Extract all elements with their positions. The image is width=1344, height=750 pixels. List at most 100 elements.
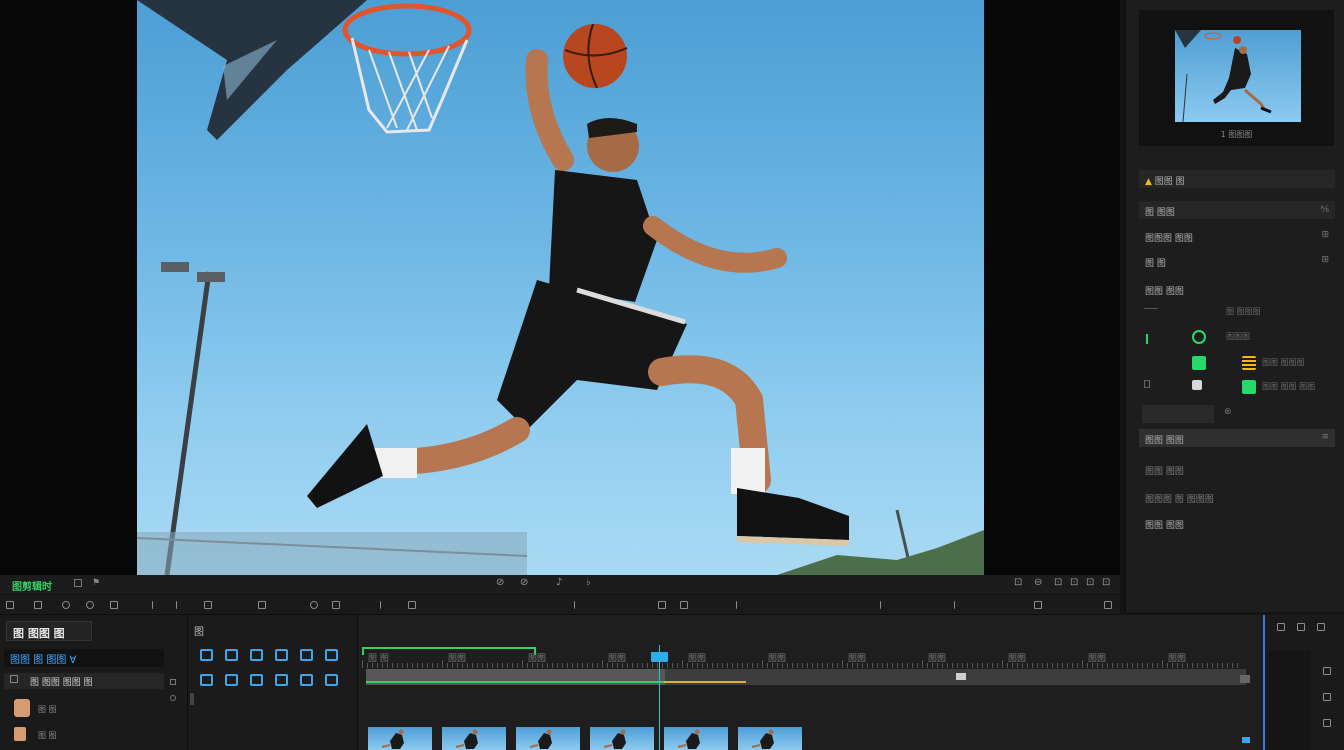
crop-icon[interactable] [204, 601, 212, 609]
checkbox[interactable] [1144, 380, 1150, 388]
expand-icon[interactable]: ⅍ [1321, 204, 1330, 215]
white-swatch[interactable] [1192, 380, 1202, 390]
menu-icon[interactable]: ≡ [1321, 432, 1329, 442]
add-icon[interactable] [170, 679, 176, 685]
inspector-row-stabilize[interactable]: 图图 图图 [1139, 514, 1335, 532]
split-icon[interactable] [34, 601, 42, 609]
keyframe-icon[interactable]: ⊞ [1321, 255, 1329, 265]
video-preview[interactable] [137, 0, 984, 575]
inspector-row-position[interactable]: 图 图 ⊞ [1139, 252, 1335, 270]
scrollbar[interactable] [190, 693, 194, 705]
preset-dropdown[interactable] [1142, 405, 1214, 423]
timeline-ruler[interactable]: 图 图图图 图图 图图 图图 图图 图图 图图 图图 图图 图图 [362, 649, 1247, 669]
export-icon[interactable] [1034, 601, 1042, 609]
fade-icon[interactable] [332, 601, 340, 609]
render-icon[interactable] [954, 601, 962, 609]
playhead-handle[interactable] [651, 652, 668, 662]
video-clip-thumbnail[interactable] [738, 727, 802, 750]
green-swatch[interactable] [1192, 356, 1206, 370]
inspector-row-blend[interactable]: 图图 图图 ≡ [1139, 429, 1335, 447]
layer-tool-icon[interactable] [225, 674, 238, 686]
grid-icon[interactable]: ⊡ [1054, 577, 1062, 588]
fullscreen-icon[interactable]: ⊡ [1086, 577, 1094, 588]
safe-zone-icon[interactable]: ⊡ [1014, 577, 1022, 588]
magic-tool-icon[interactable] [300, 649, 313, 661]
zoom-out-icon[interactable]: ⊖ [1034, 577, 1042, 588]
track-icon[interactable] [1323, 667, 1331, 675]
inspector-row-mask[interactable]: 图图图 图 图图图 [1139, 488, 1335, 506]
delete-icon[interactable] [62, 601, 70, 609]
solo-icon[interactable] [1317, 623, 1325, 631]
zoom-in-timeline-icon[interactable] [880, 601, 888, 609]
link-icon[interactable] [408, 601, 416, 609]
prev-frame-icon[interactable]: ⊘ [496, 577, 504, 588]
video-clip-thumbnail[interactable] [590, 727, 654, 750]
speed-icon[interactable] [258, 601, 266, 609]
inspector-row-opacity[interactable]: 图图 图图 [1139, 460, 1335, 478]
ruler-tick [992, 663, 993, 668]
inspector-section-header[interactable]: ▲ 图图 图 [1139, 170, 1335, 188]
text-tool-icon[interactable] [200, 674, 213, 686]
video-clip-thumbnail[interactable] [664, 727, 728, 750]
timeline-track[interactable] [366, 669, 1246, 685]
track-icon[interactable] [1323, 719, 1331, 727]
video-clip-thumbnail[interactable] [368, 727, 432, 750]
ruler-tick [987, 663, 988, 668]
panel-title[interactable]: 图 图图 图 [6, 621, 92, 641]
thumbnail-preview[interactable]: 1 图图图 [1139, 10, 1334, 146]
track-icon[interactable] [1323, 693, 1331, 701]
image-tool-icon[interactable] [200, 649, 213, 661]
effect-tool-icon[interactable] [325, 674, 338, 686]
zoom-out-timeline-icon[interactable] [680, 601, 688, 609]
zoom-slider-icon[interactable] [736, 601, 744, 609]
pen-tool-icon[interactable] [250, 649, 263, 661]
green-fill-swatch[interactable] [1242, 380, 1256, 394]
mute-icon[interactable] [1297, 623, 1305, 631]
mask-tool-icon[interactable] [275, 674, 288, 686]
search-input[interactable] [4, 649, 164, 667]
inspector-row-scale[interactable]: 图图图 图图 ⊞ [1139, 227, 1335, 245]
aspect-icon[interactable]: ⊡ [1070, 577, 1078, 588]
meter-icon[interactable] [1277, 623, 1285, 631]
reverse-icon[interactable] [110, 601, 118, 609]
track-end-handle[interactable] [1240, 675, 1250, 683]
transform-tool-icon[interactable] [250, 674, 263, 686]
play-icon[interactable]: ⊘ [520, 577, 528, 588]
shape-tool-icon[interactable] [225, 649, 238, 661]
link-icon[interactable] [170, 695, 176, 701]
yellow-swatch[interactable] [1242, 356, 1256, 370]
ruler-tick [482, 663, 483, 668]
hue-wheel-icon[interactable] [1192, 330, 1206, 344]
volume-icon[interactable] [310, 601, 318, 609]
filter-dropdown[interactable]: 图 图图 图图 图 [4, 673, 164, 689]
video-clip-thumbnail[interactable] [442, 727, 506, 750]
more-options-icon[interactable] [1104, 601, 1112, 609]
inspector-row-transform[interactable]: 图 图图 ⅍ [1139, 201, 1335, 219]
crop-tool-icon[interactable] [275, 649, 288, 661]
snap-icon[interactable] [574, 601, 582, 609]
video-clip-thumbnail[interactable] [516, 727, 580, 750]
audio-tool-icon[interactable] [300, 674, 313, 686]
zoom-fit-icon[interactable] [658, 601, 666, 609]
flag-icon[interactable]: ⚑ [92, 578, 100, 588]
link-icon[interactable]: ⊛ [1224, 407, 1232, 417]
marker-add-icon[interactable] [380, 601, 388, 609]
mirror-icon[interactable] [152, 601, 160, 609]
freeze-icon[interactable] [86, 601, 94, 609]
list-item[interactable]: 图 图 [14, 699, 164, 721]
ruler-tick [467, 663, 468, 668]
rotate-icon[interactable] [176, 601, 184, 609]
thumbnail-image [1175, 30, 1301, 122]
inspector-row-color[interactable]: 图图 图图 [1139, 280, 1335, 298]
settings-icon[interactable]: ⊡ [1102, 577, 1110, 588]
keyframe-marker[interactable] [956, 673, 966, 680]
audio-icon[interactable]: ♪ [556, 577, 562, 588]
select-tool-icon[interactable] [6, 601, 14, 609]
keyframe-icon[interactable]: ⊞ [1321, 230, 1329, 240]
marker-icon[interactable] [74, 579, 82, 587]
slider-track[interactable] [1144, 308, 1158, 309]
circle-tool-icon[interactable] [325, 649, 338, 661]
ruler-tick [392, 663, 393, 668]
next-frame-icon[interactable]: ♭ [586, 577, 591, 588]
list-item[interactable]: 图 图 [14, 725, 164, 747]
